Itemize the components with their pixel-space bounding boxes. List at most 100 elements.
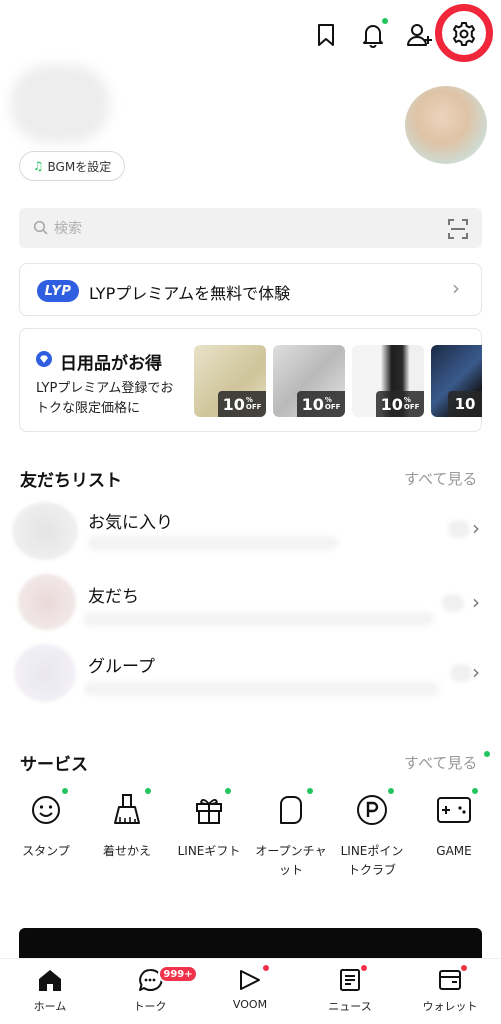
bookmark-button[interactable]: [311, 20, 341, 50]
new-dot: [263, 965, 269, 971]
avatar: [12, 502, 78, 560]
promo-item-4[interactable]: 10: [431, 345, 482, 417]
friend-row-favorites[interactable]: お気に入り ›: [0, 496, 501, 564]
profile-avatar[interactable]: [405, 86, 487, 164]
open-chat-icon: [280, 796, 302, 824]
nav-label: ウォレット: [422, 1000, 478, 1013]
service-label: オープンチャット: [255, 844, 327, 877]
search-placeholder: 検索: [54, 221, 82, 237]
friend-row-label: 友だち: [88, 587, 139, 607]
music-note-icon: ♫: [32, 159, 44, 173]
service-stamp[interactable]: スタンプ: [6, 788, 86, 861]
service-label: LINEポイントクラブ: [340, 844, 404, 877]
qr-scan-button[interactable]: [447, 218, 469, 240]
bgm-button[interactable]: ♫ BGMを設定: [19, 151, 125, 181]
search-icon: [33, 220, 48, 235]
new-dot: [461, 965, 467, 971]
new-dot: [484, 751, 490, 757]
service-line-gift[interactable]: LINEギフト: [169, 788, 249, 861]
nav-wallet[interactable]: ウォレット: [410, 965, 490, 1014]
lyp-logo: LYP: [37, 280, 79, 302]
new-dot: [388, 788, 394, 794]
nav-voom[interactable]: VOOM: [210, 965, 290, 1011]
friend-row-friends[interactable]: 友だち ›: [0, 570, 501, 638]
bookmark-icon: [318, 24, 334, 46]
avatar: [18, 574, 76, 630]
chevron-right-icon: ›: [472, 660, 480, 684]
friends-list-title: 友だちリスト: [20, 471, 122, 491]
promo-item-3[interactable]: 10% OFF: [352, 345, 424, 417]
chevron-right-icon: ›: [472, 516, 480, 540]
profile-name-blurred[interactable]: [10, 65, 110, 143]
points-icon: [357, 795, 387, 825]
wallet-icon: [439, 970, 461, 990]
redacted-count: [442, 594, 464, 612]
discount-badge: 10: [448, 391, 482, 417]
voom-icon: [240, 970, 260, 990]
service-theme[interactable]: 着せかえ: [87, 788, 167, 861]
discount-badge: 10% OFF: [218, 391, 266, 417]
redacted-text: [84, 612, 434, 626]
qr-scan-icon: [448, 219, 468, 239]
nav-news[interactable]: ニュース: [310, 965, 390, 1014]
gear-icon: [453, 22, 475, 46]
chevron-right-icon: ›: [472, 590, 480, 614]
smile-icon: [32, 796, 60, 824]
notifications-button[interactable]: [358, 18, 388, 50]
new-dot: [225, 788, 231, 794]
friend-row-label: お気に入り: [88, 513, 173, 533]
nav-home[interactable]: ホーム: [10, 967, 90, 1014]
new-dot: [62, 788, 68, 794]
service-label: LINEギフト: [177, 844, 241, 858]
promo-title: 日用品がお得: [60, 354, 162, 374]
redacted-count: [448, 520, 470, 538]
diamond-icon: [36, 351, 52, 367]
new-dot: [307, 788, 313, 794]
service-game[interactable]: GAME: [414, 788, 494, 861]
settings-button[interactable]: [449, 19, 479, 49]
gift-icon: [196, 799, 222, 824]
nav-label: VOOM: [232, 998, 268, 1011]
new-dot: [361, 965, 367, 971]
lyp-premium-banner[interactable]: LYP LYPプレミアムを無料で体験 ›: [19, 263, 482, 316]
services-see-all-link[interactable]: すべて見る: [404, 752, 477, 773]
add-friend-button[interactable]: [405, 20, 435, 50]
news-icon: [340, 969, 360, 991]
redacted-text: [88, 536, 338, 550]
daily-goods-promo-card[interactable]: 日用品がお得 LYPプレミアム登録でおトクな限定価格に 10% OFF 10% OF…: [19, 328, 482, 432]
avatar: [14, 644, 76, 702]
new-dot: [472, 788, 478, 794]
nav-label: ニュース: [328, 1000, 372, 1013]
promo-description: LYPプレミアム登録でおトクな限定価格に: [36, 381, 174, 416]
discount-badge: 10% OFF: [297, 391, 345, 417]
friends-see-all-link[interactable]: すべて見る: [404, 468, 477, 489]
brush-icon: [114, 794, 140, 824]
nav-label: ホーム: [33, 1000, 67, 1013]
search-input[interactable]: 検索: [19, 208, 482, 248]
add-friend-icon: [407, 24, 432, 46]
talk-unread-badge: 999+: [158, 965, 198, 983]
notification-dot: [382, 18, 388, 24]
bottom-navigation: ホーム トーク VOOM ニュース ウォレット: [0, 958, 501, 1024]
service-label: 着せかえ: [102, 844, 151, 858]
bgm-label: BGMを設定: [47, 159, 112, 174]
home-icon: [39, 970, 61, 991]
chevron-right-icon: ›: [452, 276, 460, 300]
gamepad-icon: [437, 797, 471, 823]
friend-row-groups[interactable]: グループ ›: [0, 640, 501, 708]
promo-item-1[interactable]: 10% OFF: [194, 345, 266, 417]
bell-icon: [363, 25, 383, 48]
service-label: スタンプ: [22, 844, 70, 858]
friend-row-label: グループ: [88, 657, 155, 677]
lyp-banner-text: LYPプレミアムを無料で体験: [89, 284, 291, 303]
redacted-text: [84, 682, 439, 696]
nav-label: トーク: [133, 1000, 167, 1013]
services-title: サービス: [20, 755, 88, 775]
discount-badge: 10% OFF: [376, 391, 424, 417]
service-line-points-club[interactable]: LINEポイントクラブ: [332, 788, 412, 880]
redacted-count: [450, 664, 472, 682]
promo-item-2[interactable]: 10% OFF: [273, 345, 345, 417]
service-open-chat[interactable]: オープンチャット: [251, 788, 331, 880]
service-label: GAME: [436, 844, 472, 858]
new-dot: [145, 788, 151, 794]
